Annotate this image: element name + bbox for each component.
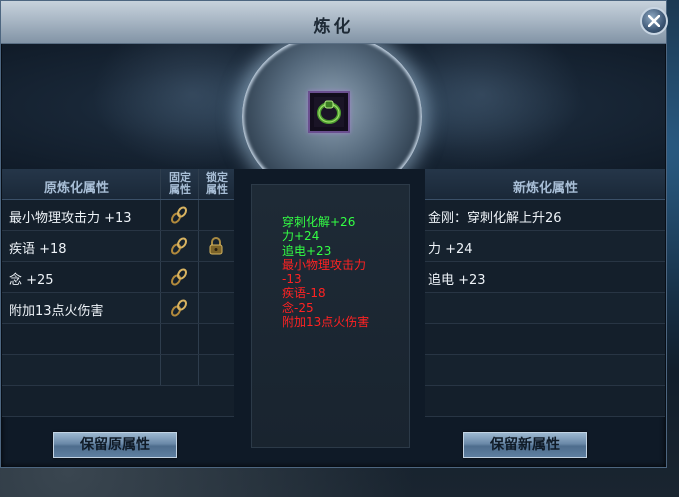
table-row: 疾语 +18 xyxy=(2,231,234,262)
change-line: 最小物理攻击力 xyxy=(282,257,367,272)
table-row-empty xyxy=(425,386,665,417)
new-rows: 金刚：穿刺化解上升26 力 +24 追电 +23 xyxy=(425,200,665,417)
table-row: 金刚：穿刺化解上升26 xyxy=(425,200,665,231)
change-line: -13 xyxy=(282,272,302,287)
chain-icon[interactable] xyxy=(169,267,189,287)
new-header-row: 新炼化属性 xyxy=(425,169,665,200)
keep-new-button[interactable]: 保留新属性 xyxy=(463,432,587,458)
table-row-empty xyxy=(425,355,665,386)
attribute-text: 金刚：穿刺化解上升26 xyxy=(428,211,562,226)
change-line: 力+24 xyxy=(282,229,320,244)
keep-original-button[interactable]: 保留原属性 xyxy=(53,432,177,458)
close-button[interactable] xyxy=(640,7,668,35)
table-row: 念 +25 xyxy=(2,262,234,293)
table-row-empty xyxy=(425,293,665,324)
attribute-text: 力 +24 xyxy=(428,242,473,257)
change-line: 附加13点火伤害 xyxy=(282,315,370,330)
green-ring-icon xyxy=(314,97,344,127)
change-line: 疾语-18 xyxy=(282,286,326,301)
attribute-text: 疾语 +18 xyxy=(9,242,67,257)
table-row-empty xyxy=(425,324,665,355)
table-row-empty xyxy=(2,386,234,417)
item-display-area xyxy=(2,44,665,169)
attribute-text: 念 +25 xyxy=(9,273,54,288)
lock-header-line2: 属性 xyxy=(206,183,228,196)
original-header-row: 原炼化属性 固定 属性 锁定 属性 xyxy=(2,169,234,200)
close-icon xyxy=(648,15,660,27)
table-row: 追电 +23 xyxy=(425,262,665,293)
table-row-empty xyxy=(2,355,234,386)
table-row: 最小物理攻击力 +13 xyxy=(2,200,234,231)
change-list: 穿刺化解+26 力+24 追电+23 最小物理攻击力 -13 疾语-18 念-2… xyxy=(282,215,369,329)
fixed-header: 固定 属性 xyxy=(165,172,195,196)
window-title: 炼化 xyxy=(313,17,354,37)
attribute-text: 追电 +23 xyxy=(428,273,486,288)
table-row-empty xyxy=(2,324,234,355)
chain-icon[interactable] xyxy=(169,298,189,318)
chain-icon[interactable] xyxy=(169,236,189,256)
table-row: 附加13点火伤害 xyxy=(2,293,234,324)
lock-header: 锁定 属性 xyxy=(202,172,232,196)
original-header: 原炼化属性 xyxy=(44,181,110,196)
new-header: 新炼化属性 xyxy=(513,181,579,196)
attribute-text: 最小物理攻击力 +13 xyxy=(9,211,132,226)
change-preview-panel: 穿刺化解+26 力+24 追电+23 最小物理攻击力 -13 疾语-18 念-2… xyxy=(251,184,410,448)
change-line: 念-25 xyxy=(282,300,314,315)
change-line: 穿刺化解+26 xyxy=(282,215,356,229)
fixed-header-line2: 属性 xyxy=(169,183,191,196)
item-slot[interactable] xyxy=(308,91,350,133)
original-attributes-panel: 原炼化属性 固定 属性 锁定 属性 最小物理攻击力 +13 疾语 +18 念 +… xyxy=(2,169,234,467)
title-bar[interactable]: 炼化 xyxy=(1,1,666,44)
chain-icon[interactable] xyxy=(169,205,189,225)
refine-window: 炼化 原炼化属性 固定 属性 锁定 属性 最小物理攻击力 +13 疾语 +18 … xyxy=(0,0,668,468)
lock-icon[interactable] xyxy=(206,236,226,256)
attribute-text: 附加13点火伤害 xyxy=(9,304,104,319)
new-attributes-panel: 新炼化属性 金刚：穿刺化解上升26 力 +24 追电 +23 xyxy=(425,169,665,467)
table-row: 力 +24 xyxy=(425,231,665,262)
change-line: 追电+23 xyxy=(282,243,332,258)
original-rows: 最小物理攻击力 +13 疾语 +18 念 +25 附加13点火伤害 xyxy=(2,200,234,417)
